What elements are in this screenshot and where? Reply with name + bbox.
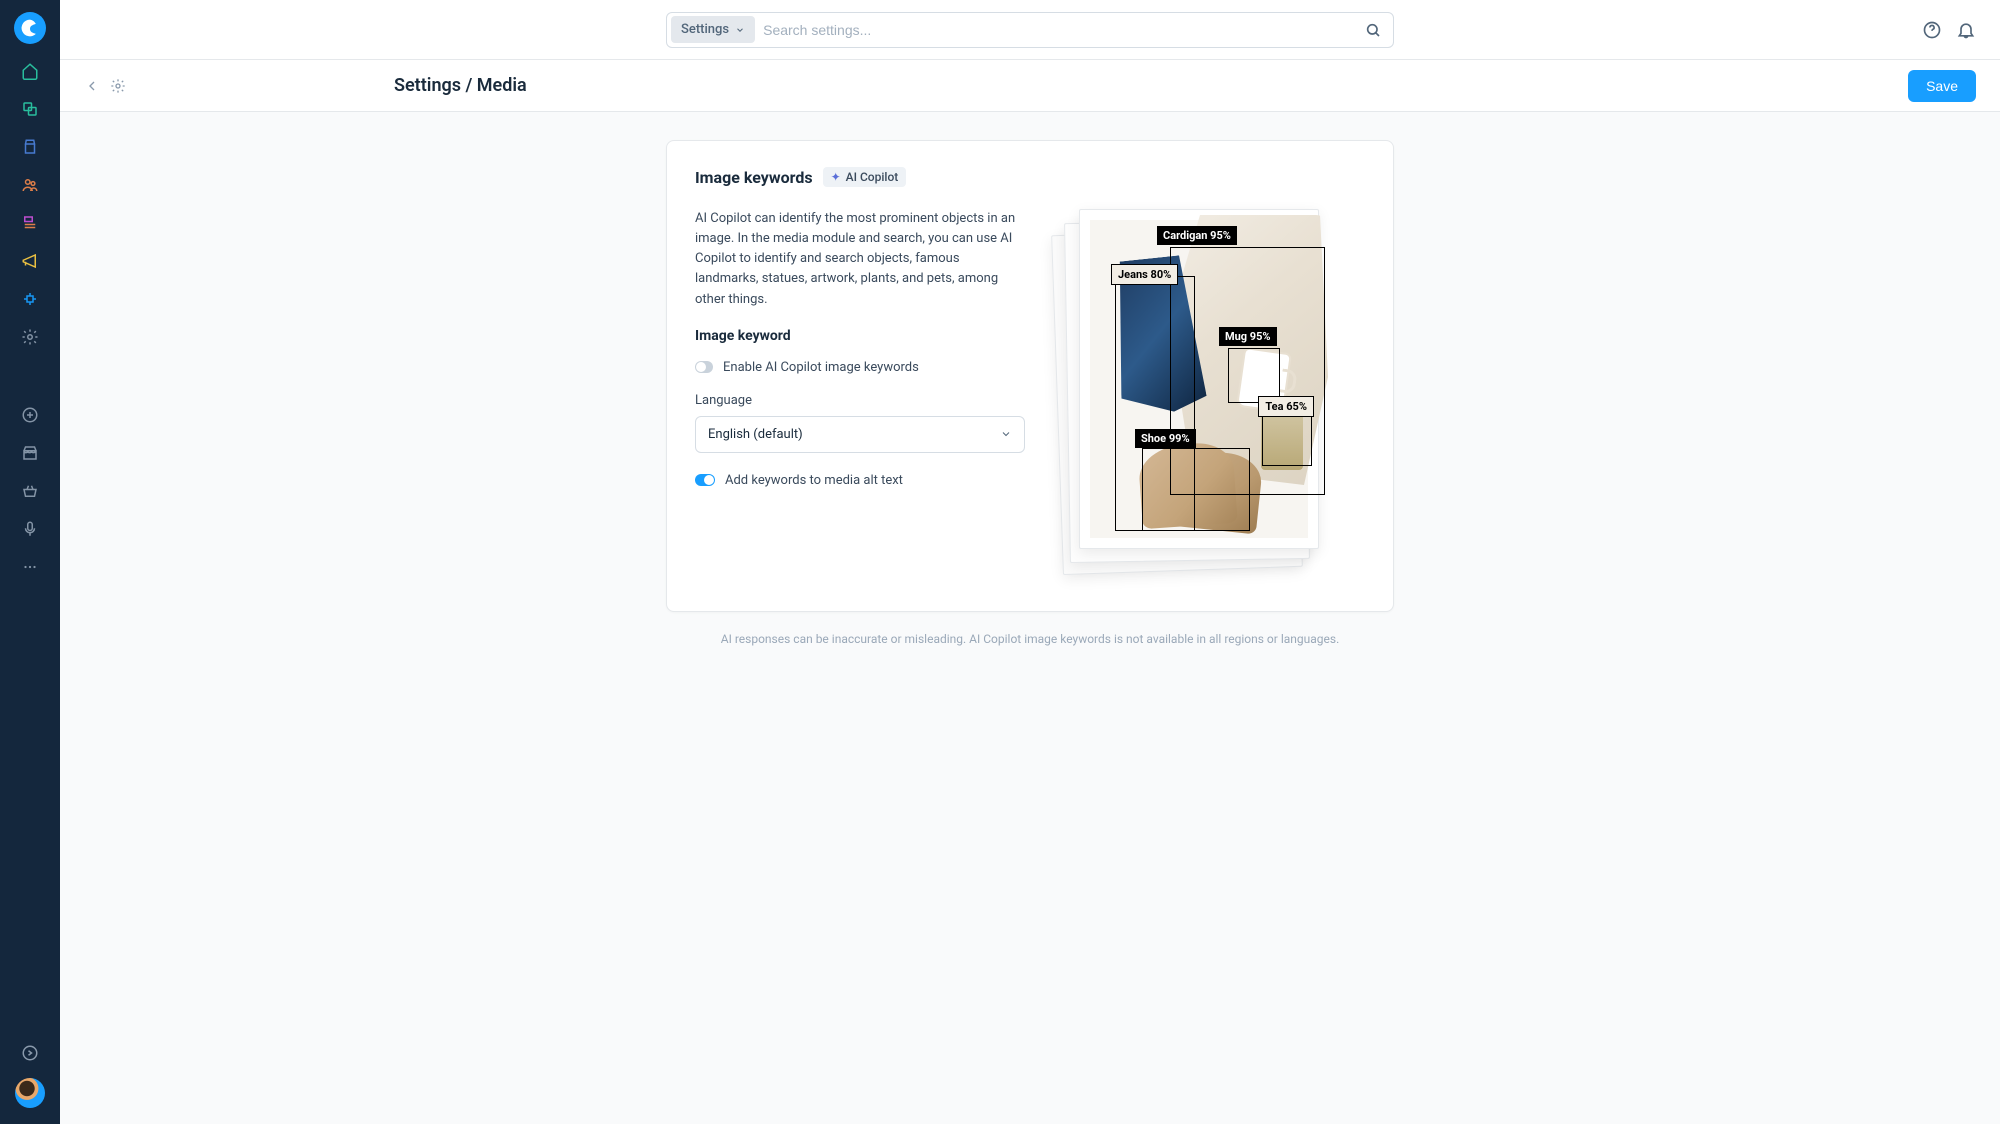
search-scope-selector[interactable]: Settings: [671, 16, 755, 43]
preview-image-stack: Cardigan 95% Jeans 80% Mug 95% Tea 65% S…: [1079, 209, 1339, 579]
user-avatar[interactable]: [15, 1078, 45, 1108]
language-select[interactable]: English (default): [695, 416, 1025, 453]
search-scope-label: Settings: [681, 22, 729, 37]
nav-mic-icon[interactable]: [21, 520, 39, 538]
notifications-icon[interactable]: [1956, 20, 1976, 40]
bbox-mug: Mug 95%: [1228, 348, 1280, 403]
nav-marketing-icon[interactable]: [21, 252, 39, 270]
language-field-label: Language: [695, 393, 1025, 408]
content-area: Image keywords ✦ AI Copilot AI Copilot c…: [60, 112, 2000, 1124]
bbox-label-tea: Tea 65%: [1258, 396, 1314, 417]
sparkle-icon: ✦: [831, 170, 841, 184]
chevron-down-icon: [735, 25, 745, 35]
settings-gear-icon[interactable]: [110, 78, 126, 94]
enable-keywords-toggle[interactable]: [695, 361, 713, 373]
nav-extensions-icon[interactable]: [21, 290, 39, 308]
search-icon[interactable]: [1365, 22, 1381, 38]
bbox-label-mug: Mug 95%: [1219, 327, 1277, 346]
breadcrumb: Settings / Media: [394, 75, 527, 96]
bbox-label-shoe: Shoe 99%: [1135, 429, 1196, 448]
nav-content-icon[interactable]: [21, 214, 39, 232]
nav-more-icon[interactable]: [21, 558, 39, 576]
nav-dashboard-icon[interactable]: [21, 62, 39, 80]
nav-settings-icon[interactable]: [21, 328, 39, 346]
nav-basket-icon[interactable]: [21, 482, 39, 500]
app-logo[interactable]: [14, 12, 46, 44]
alt-text-toggle[interactable]: [695, 474, 715, 486]
enable-keywords-label: Enable AI Copilot image keywords: [723, 360, 919, 375]
card-description: AI Copilot can identify the most promine…: [695, 209, 1025, 310]
badge-label: AI Copilot: [846, 170, 899, 184]
nav-orders-icon[interactable]: [21, 138, 39, 156]
language-value: English (default): [708, 427, 803, 442]
save-button[interactable]: Save: [1908, 70, 1976, 102]
bbox-tea: Tea 65%: [1262, 408, 1312, 466]
bbox-shoe: Shoe 99%: [1142, 448, 1250, 531]
sidebar-collapse-icon[interactable]: [21, 1044, 39, 1062]
nav-catalogues-icon[interactable]: [21, 100, 39, 118]
bbox-label-cardigan: Cardigan 95%: [1157, 226, 1237, 245]
search-input[interactable]: [763, 22, 1357, 38]
nav-add-icon[interactable]: [21, 406, 39, 424]
section-subhead: Image keyword: [695, 328, 1025, 344]
search-bar: Settings: [666, 12, 1394, 48]
back-button[interactable]: [84, 78, 100, 94]
image-keywords-card: Image keywords ✦ AI Copilot AI Copilot c…: [666, 140, 1394, 612]
topbar: Settings: [60, 0, 2000, 60]
nav-store-icon[interactable]: [21, 444, 39, 462]
bbox-label-jeans: Jeans 80%: [1111, 264, 1178, 285]
help-icon[interactable]: [1922, 20, 1942, 40]
nav-customers-icon[interactable]: [21, 176, 39, 194]
sidebar: [0, 0, 60, 1124]
card-title: Image keywords: [695, 168, 813, 187]
page-header: Settings / Media Save: [60, 60, 2000, 112]
ai-copilot-badge: ✦ AI Copilot: [823, 167, 907, 187]
disclaimer-text: AI responses can be inaccurate or mislea…: [666, 632, 1394, 646]
alt-text-label: Add keywords to media alt text: [725, 473, 903, 488]
chevron-down-icon: [1000, 428, 1012, 440]
